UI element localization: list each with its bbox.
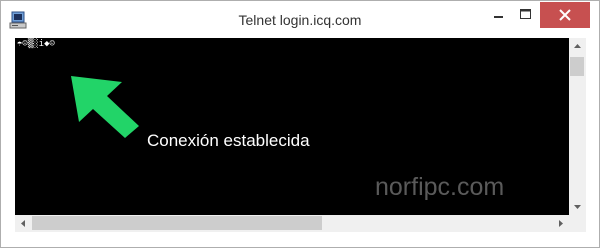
console-output-text: ☂☺▒░i◆☺ — [17, 39, 55, 49]
chevron-left-icon — [21, 220, 25, 227]
annotation-label: Conexión establecida — [147, 131, 310, 150]
chevron-right-icon — [559, 220, 563, 227]
minimize-icon — [494, 16, 503, 18]
scroll-right-button[interactable] — [552, 215, 569, 232]
console-output-area[interactable]: ☂☺▒░i◆☺ Conexión establecida norfipc.com — [15, 38, 569, 215]
horizontal-scrollbar[interactable] — [15, 215, 569, 232]
scrollbar-corner — [569, 215, 586, 232]
close-button[interactable] — [540, 2, 590, 28]
scroll-left-button[interactable] — [15, 215, 32, 232]
minimize-button[interactable] — [485, 2, 512, 28]
scroll-up-button[interactable] — [569, 38, 586, 55]
telnet-window: Telnet login.icq.com ☂☺▒░i◆☺ Conexión es… — [0, 0, 600, 248]
chevron-up-icon — [574, 44, 581, 48]
maximize-button[interactable] — [512, 2, 539, 28]
vertical-scroll-thumb[interactable] — [570, 57, 584, 76]
vertical-scrollbar[interactable] — [569, 38, 586, 215]
chevron-down-icon — [574, 205, 581, 209]
horizontal-scroll-thumb[interactable] — [32, 216, 322, 230]
arrow-icon — [71, 76, 139, 138]
maximize-icon — [520, 9, 531, 19]
watermark: norfipc.com — [375, 173, 505, 201]
close-icon — [559, 9, 571, 21]
title-bar[interactable]: Telnet login.icq.com — [1, 1, 599, 38]
scroll-down-button[interactable] — [569, 198, 586, 215]
